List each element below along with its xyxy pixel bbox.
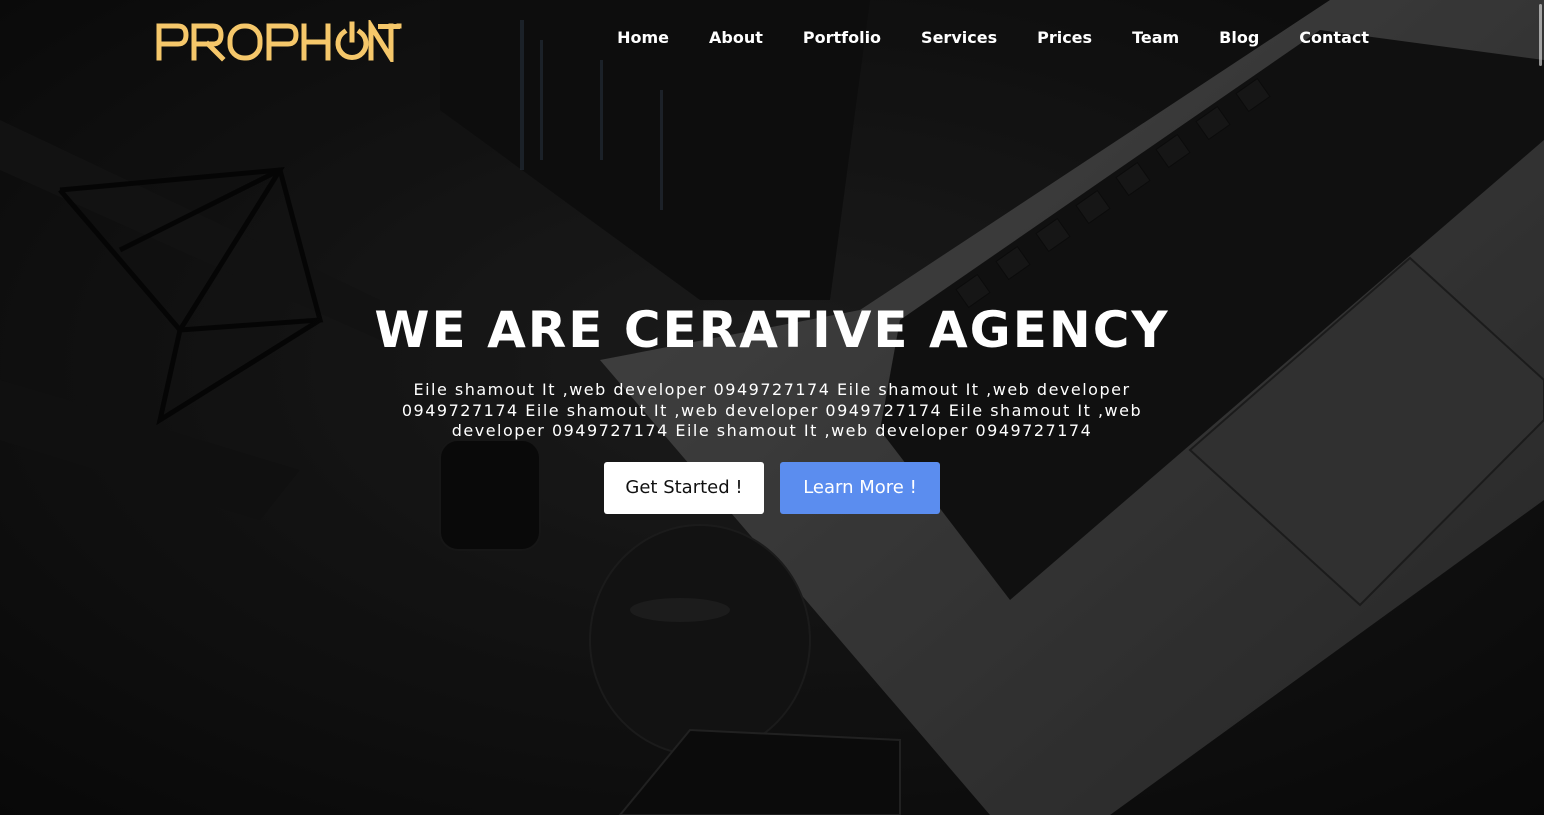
nav-item-home[interactable]: Home — [617, 28, 669, 48]
get-started-button[interactable]: Get Started ! — [604, 461, 764, 514]
nav-item-portfolio[interactable]: Portfolio — [803, 28, 881, 48]
hero-headline: WE ARE CERATIVE AGENCY — [374, 301, 1170, 359]
top-navbar: Home About Portfolio Services Prices Tea… — [0, 0, 1544, 80]
nav-item-blog[interactable]: Blog — [1219, 28, 1259, 48]
hero-content: WE ARE CERATIVE AGENCY Eile shamout It ,… — [0, 300, 1544, 514]
nav-item-contact[interactable]: Contact — [1299, 28, 1369, 48]
main-nav: Home About Portfolio Services Prices Tea… — [617, 28, 1369, 48]
nav-item-services[interactable]: Services — [921, 28, 997, 48]
learn-more-button[interactable]: Learn More ! — [780, 461, 940, 514]
hero-buttons: Get Started ! Learn More ! — [0, 461, 1544, 514]
hero-description: Eile shamout It ,web developer 094972717… — [401, 380, 1143, 440]
hero-section: Home About Portfolio Services Prices Tea… — [0, 0, 1544, 815]
nav-item-about[interactable]: About — [709, 28, 763, 48]
nav-item-team[interactable]: Team — [1132, 28, 1179, 48]
nav-item-prices[interactable]: Prices — [1037, 28, 1092, 48]
brand-logo[interactable] — [156, 20, 402, 62]
